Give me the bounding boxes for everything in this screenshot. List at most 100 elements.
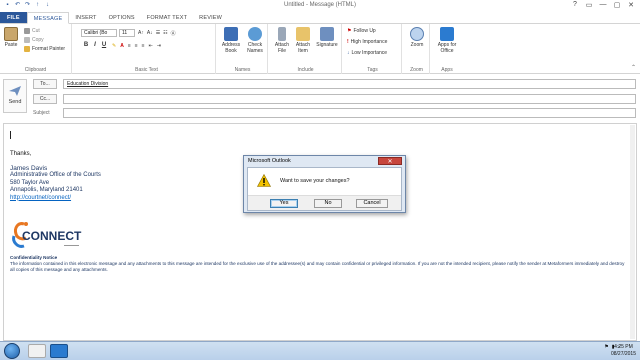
signature-line-1: Administrative Office of the Courts xyxy=(10,172,101,178)
help-button[interactable]: ? xyxy=(570,1,580,9)
cc-field[interactable] xyxy=(63,94,636,104)
text-cursor xyxy=(10,131,11,139)
tags-group: ⚑ Follow Up ! High Importance ↓ Low Impo… xyxy=(344,24,402,74)
ribbon-tabs: FILE MESSAGE INSERT OPTIONS FORMAT TEXT … xyxy=(0,12,640,24)
start-button[interactable] xyxy=(4,343,20,359)
window-controls: ? ▭ — ▢ ✕ xyxy=(570,1,636,9)
flag-icon: ⚑ xyxy=(347,28,352,34)
font-size-select[interactable]: 11 xyxy=(119,29,135,37)
attach-item-button[interactable]: Attach Item xyxy=(293,27,313,54)
maximize-button[interactable]: ▢ xyxy=(612,1,622,9)
taskbar-clock[interactable]: 4:25 PM 08/27/2015 xyxy=(611,344,636,357)
down-arrow-icon: ↓ xyxy=(347,50,350,56)
underline-button[interactable]: U xyxy=(100,42,108,48)
names-label: Names xyxy=(234,67,251,73)
low-importance-button[interactable]: ↓ Low Importance xyxy=(347,49,387,57)
numbering-icon[interactable]: ☷ xyxy=(163,30,167,36)
tab-insert[interactable]: INSERT xyxy=(69,12,102,23)
apps-label: Apps xyxy=(441,67,453,73)
dialog-button-bar: Yes No Cancel xyxy=(248,195,401,210)
include-label: Include xyxy=(297,67,314,73)
dialog-title: Microsoft Outlook xyxy=(248,158,291,164)
minimize-button[interactable]: — xyxy=(598,1,608,9)
signature-name: James Davis xyxy=(10,164,48,172)
outlook-taskbar-icon[interactable] xyxy=(50,344,68,358)
dialog-content: Want to save your changes? Yes No Cancel xyxy=(247,167,402,211)
highlight-icon[interactable]: ✎ xyxy=(112,43,116,49)
copy-button[interactable]: Copy xyxy=(24,36,44,44)
compose-header: Send To... Education Division Cc... Subj… xyxy=(0,75,640,121)
tab-review[interactable]: REVIEW xyxy=(193,12,228,23)
clock-date: 08/27/2015 xyxy=(610,350,636,357)
apps-group: Apps for Office Apps xyxy=(432,24,462,74)
to-field[interactable]: Education Division xyxy=(63,79,636,89)
ribbon: Paste Cut Copy Format Painter Clipboard … xyxy=(0,24,640,74)
signature-icon xyxy=(320,27,334,41)
collapse-ribbon-icon[interactable]: ⌃ xyxy=(631,64,636,71)
tab-message[interactable]: MESSAGE xyxy=(26,12,70,24)
address-book-icon xyxy=(224,27,238,41)
paperclip-icon xyxy=(278,27,286,41)
title-bar: ▪ ↶ ↷ ↑ ↓ Untitled - Message (HTML) ? ▭ … xyxy=(0,0,640,12)
signature-button[interactable]: Signature xyxy=(314,27,340,48)
tab-file[interactable]: FILE xyxy=(0,12,27,23)
bullets-icon[interactable]: ☰ xyxy=(156,30,160,36)
paintbrush-icon xyxy=(24,46,30,52)
tab-options[interactable]: OPTIONS xyxy=(103,12,141,23)
check-names-icon xyxy=(248,27,262,41)
flag-tray-icon[interactable]: ⚑ xyxy=(604,344,608,350)
align-left-icon[interactable]: ≡ xyxy=(128,43,131,49)
cc-button[interactable]: Cc... xyxy=(33,94,57,104)
clock-time: 4:25 PM xyxy=(614,344,633,350)
explorer-taskbar-icon[interactable] xyxy=(28,344,46,358)
envelope-icon xyxy=(296,27,310,41)
zoom-button[interactable]: Zoom xyxy=(407,27,427,48)
subject-field[interactable] xyxy=(63,108,636,118)
signature-link[interactable]: http://courtnet/connect/ xyxy=(10,195,71,201)
subject-label: Subject xyxy=(33,110,50,116)
clipboard-group: Paste Cut Copy Format Painter Clipboard xyxy=(0,24,72,74)
check-names-button[interactable]: Check Names xyxy=(244,27,266,54)
format-painter-button[interactable]: Format Painter xyxy=(24,45,65,53)
recipient-chip[interactable]: Education Division xyxy=(67,81,108,87)
font-name-select[interactable]: Calibri (Bo xyxy=(81,29,117,37)
align-right-icon[interactable]: ≡ xyxy=(142,43,145,49)
yes-button[interactable]: Yes xyxy=(270,199,298,208)
connect-logo: CONNECT ▬▬▬▬▬▬ xyxy=(12,222,82,248)
align-center-icon[interactable]: ≡ xyxy=(135,43,138,49)
outdent-icon[interactable]: ⇤ xyxy=(149,43,153,49)
grow-font-icon[interactable]: A↑ xyxy=(138,30,144,36)
names-group: Address Book Check Names Names xyxy=(218,24,268,74)
dialog-close-button[interactable]: ✕ xyxy=(378,157,402,165)
italic-button[interactable]: I xyxy=(91,42,99,48)
exclamation-icon: ! xyxy=(347,39,349,45)
send-button[interactable]: Send xyxy=(3,79,27,113)
close-window-button[interactable]: ✕ xyxy=(626,1,636,9)
clear-format-icon[interactable]: Ⓐ xyxy=(171,30,176,37)
indent-icon[interactable]: ⇥ xyxy=(157,43,161,49)
font-color-icon[interactable]: A xyxy=(120,43,124,49)
tab-format-text[interactable]: FORMAT TEXT xyxy=(141,12,193,23)
basic-text-group: Calibri (Bo 11 A↑ A↓ ☰ ☷ Ⓐ B I U ✎ A ≡ ≡… xyxy=(78,24,216,74)
cut-button[interactable]: Cut xyxy=(24,27,40,35)
attach-file-button[interactable]: Attach File xyxy=(272,27,292,54)
signature-line-2: 580 Taylor Ave xyxy=(10,179,50,186)
shrink-font-icon[interactable]: A↓ xyxy=(147,30,153,36)
notice-text: The information contained in this electr… xyxy=(10,261,625,272)
address-book-button[interactable]: Address Book xyxy=(220,27,242,54)
cancel-button[interactable]: Cancel xyxy=(356,199,388,208)
high-importance-button[interactable]: ! High Importance xyxy=(347,38,387,46)
save-changes-dialog: Microsoft Outlook ✕ Want to save your ch… xyxy=(243,155,406,213)
send-icon xyxy=(9,86,21,96)
vertical-scrollbar[interactable] xyxy=(630,125,635,339)
greeting: Thanks, xyxy=(10,151,32,157)
bold-button[interactable]: B xyxy=(82,42,90,48)
to-button[interactable]: To... xyxy=(33,79,57,89)
paste-button[interactable]: Paste xyxy=(3,27,19,48)
apps-for-office-button[interactable]: Apps for Office xyxy=(433,27,461,54)
ribbon-display-button[interactable]: ▭ xyxy=(584,1,594,9)
confidentiality-notice: Confidentiality Notice The information c… xyxy=(10,255,630,273)
no-button[interactable]: No xyxy=(314,199,342,208)
follow-up-button[interactable]: ⚑ Follow Up xyxy=(347,27,376,35)
clipboard-label: Clipboard xyxy=(24,67,47,73)
